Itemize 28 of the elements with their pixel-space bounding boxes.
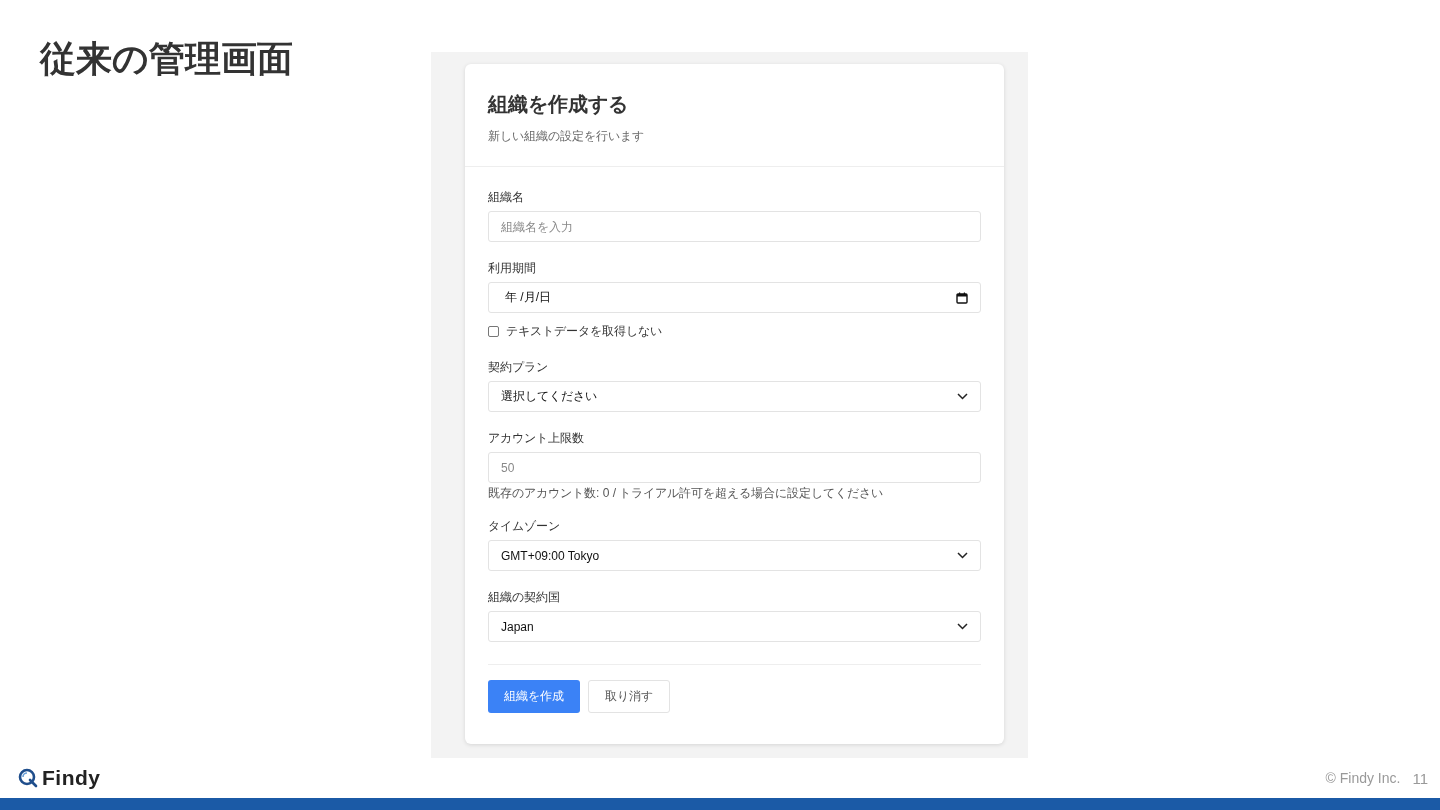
chevron-down-icon [957, 552, 968, 559]
logo-icon [18, 768, 38, 788]
chevron-down-icon [957, 623, 968, 630]
field-label: アカウント上限数 [488, 430, 585, 446]
number-field[interactable]: 50 [488, 452, 981, 483]
chevron-down-icon [957, 393, 968, 400]
field-hint: 既存のアカウント数: 0 / トライアル許可を超える場合に設定してください [488, 486, 885, 500]
slide-title: 従来の管理画面 [40, 37, 294, 81]
cancel-button[interactable]: 取り消す [588, 680, 670, 713]
date-field[interactable]: 年 /月/日 [488, 282, 981, 313]
checkbox[interactable] [488, 325, 499, 337]
select-dropdown[interactable]: GMT+09:00 Tokyo [488, 540, 981, 571]
field-label: 契約プラン [488, 359, 549, 375]
field-label: タイムゾーン [488, 518, 561, 534]
calendar-icon[interactable] [956, 291, 968, 304]
select-dropdown[interactable]: 選択してください [488, 381, 981, 412]
brand-name: Findy [42, 766, 101, 790]
form-subtitle: 新しい組織の設定を行います [488, 128, 645, 144]
select-dropdown[interactable]: Japan [488, 611, 981, 642]
page-number: 11 [1412, 769, 1428, 787]
checkbox-label: テキストデータを取得しない [506, 323, 662, 339]
field-label: 利用期間 [488, 260, 537, 276]
field-label: 組織の契約国 [488, 589, 561, 605]
create-button[interactable]: 組織を作成 [488, 680, 580, 713]
field-label: 組織名 [488, 189, 525, 205]
input-field[interactable]: 組織名を入力 [488, 211, 981, 242]
form-title: 組織を作成する [488, 92, 629, 117]
copyright-text: © Findy Inc. [1325, 770, 1401, 786]
